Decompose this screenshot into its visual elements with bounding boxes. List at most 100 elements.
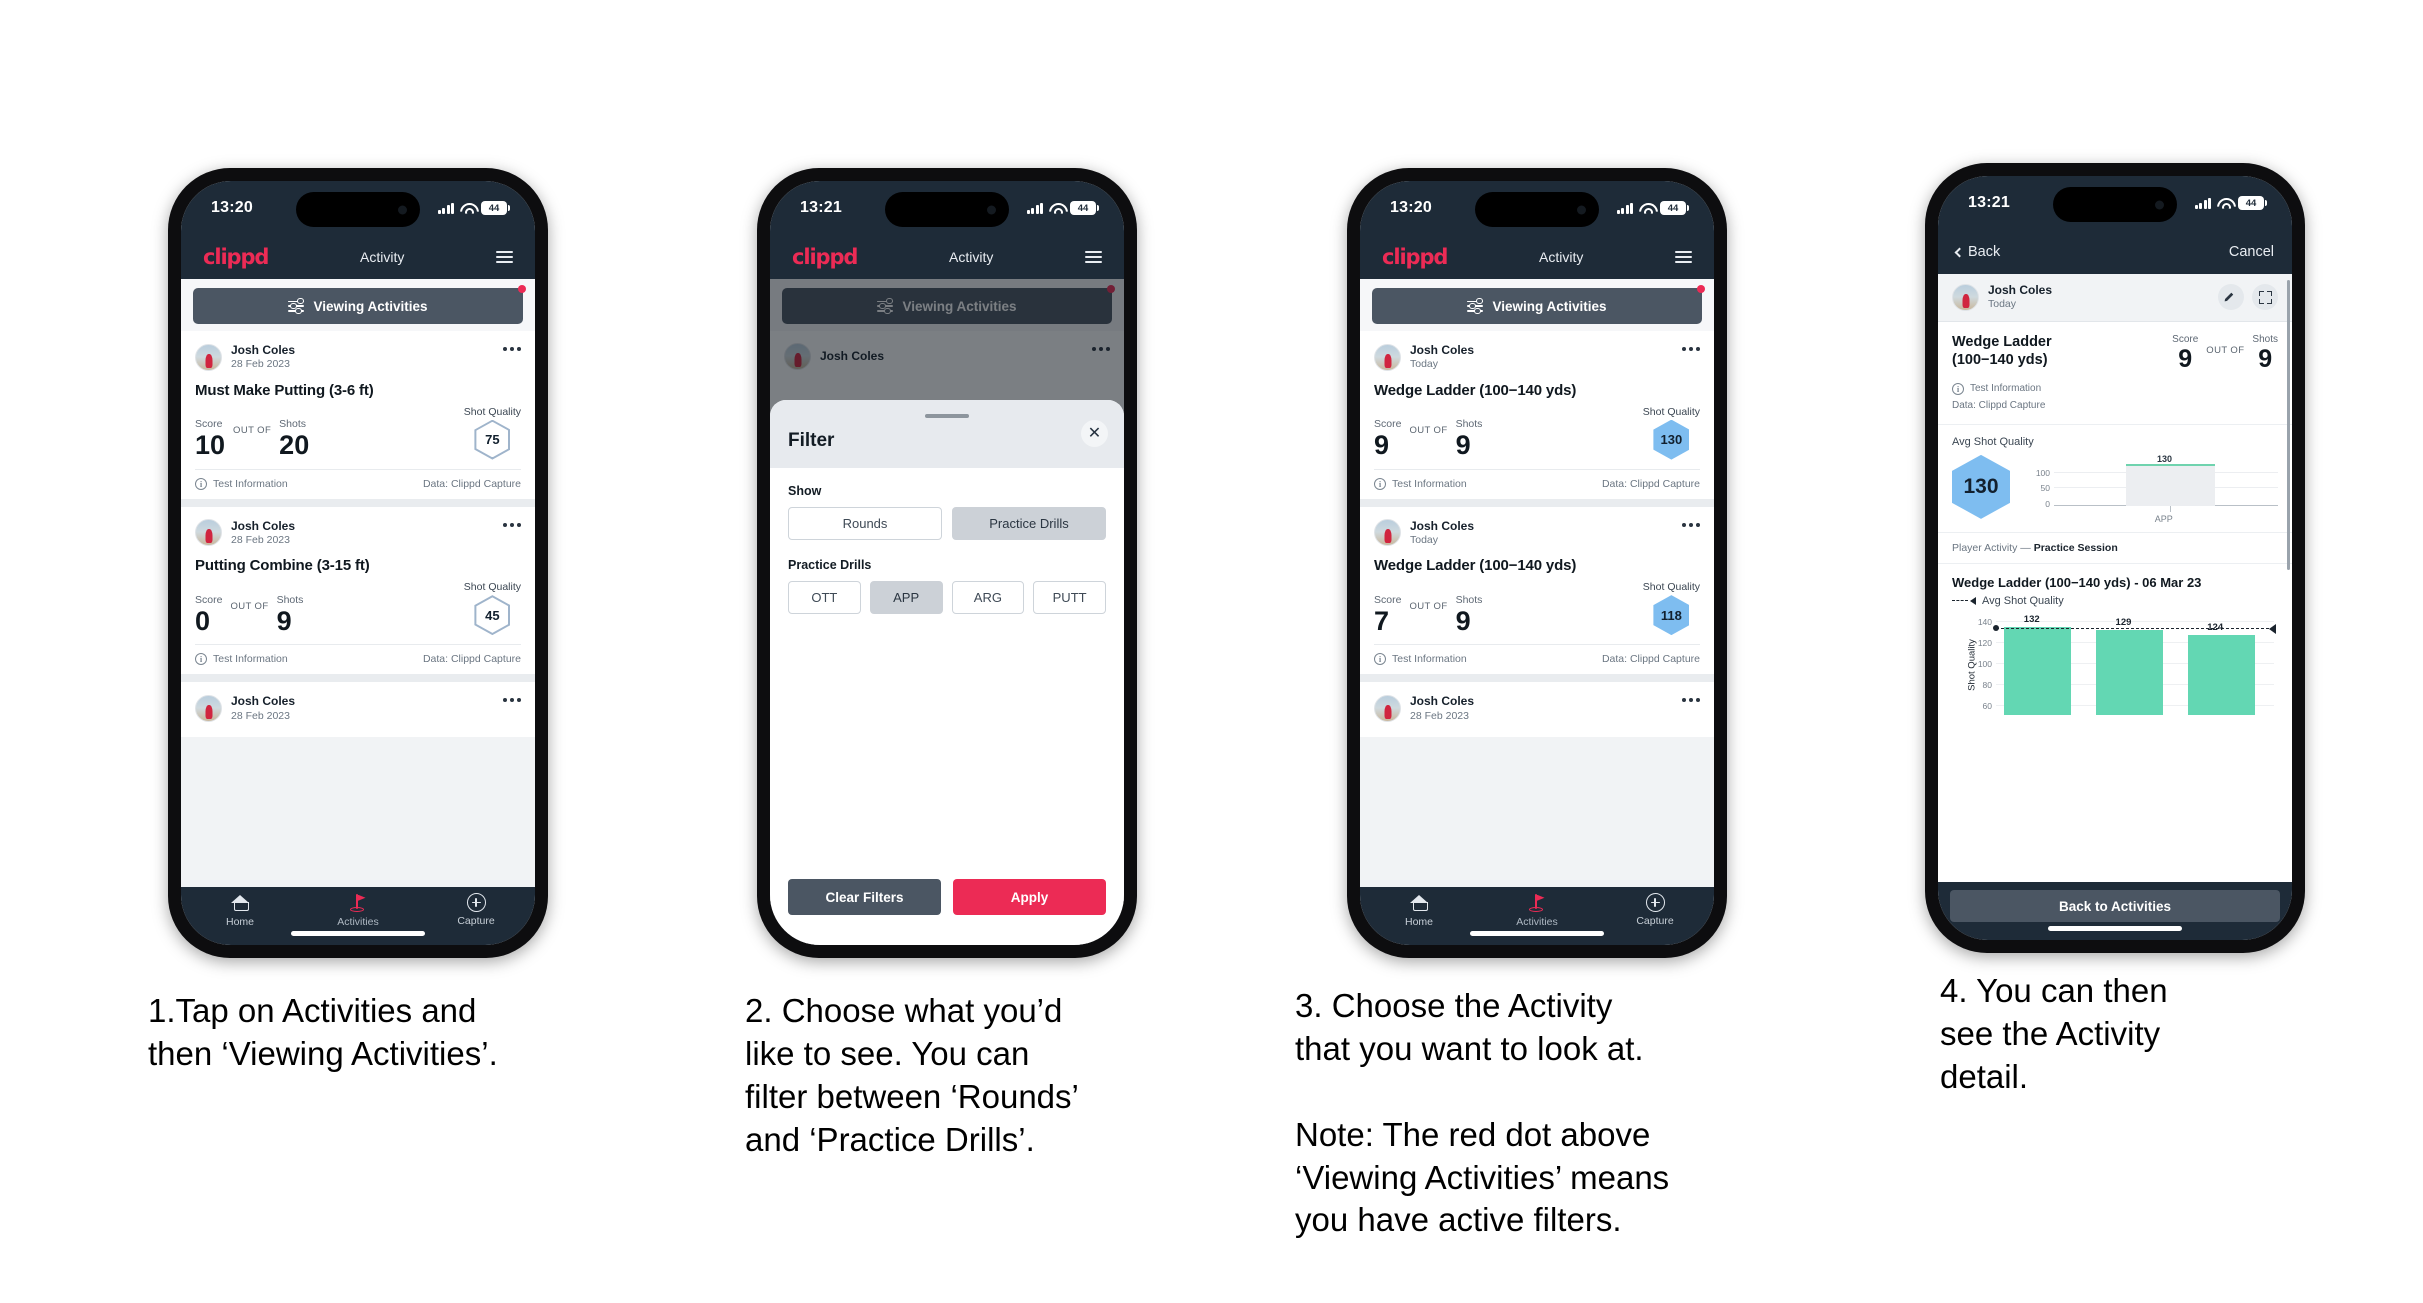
filter-option-putt[interactable]: PUTT (1033, 581, 1106, 614)
test-information-label: Test Information (1970, 382, 2042, 394)
plus-circle-icon (1645, 893, 1665, 912)
player-activity-row: Player Activity — Practice Session (1938, 531, 2292, 563)
tab-capture[interactable]: Capture (417, 893, 535, 927)
battery-icon: 44 (2238, 196, 2267, 210)
cellular-signal-icon (1616, 202, 1633, 214)
tab-capture[interactable]: Capture (1596, 893, 1714, 927)
test-information[interactable]: i Test Information (195, 653, 288, 666)
test-information[interactable]: i Test Information (1952, 381, 2278, 397)
cellular-signal-icon (1026, 202, 1043, 214)
scrollbar[interactable] (2287, 280, 2290, 570)
shots-label: Shots (1455, 418, 1483, 431)
activity-date: Today (1410, 358, 1439, 371)
hamburger-menu-icon[interactable] (1085, 250, 1102, 264)
filter-option-arg[interactable]: ARG (951, 581, 1025, 614)
card-overflow-menu-icon[interactable] (502, 519, 521, 527)
filter-option-app[interactable]: APP (869, 581, 943, 614)
viewing-activities-button[interactable]: Viewing Activities (1372, 288, 1702, 324)
expand-button[interactable] (2252, 284, 2278, 311)
cellular-signal-icon (437, 202, 454, 214)
front-camera-icon (2155, 200, 2164, 209)
data-source-label: Data: Clippd Capture (1601, 653, 1700, 666)
clippd-logo[interactable]: clippd (203, 245, 269, 269)
card-overflow-menu-icon[interactable] (502, 694, 521, 703)
user-name: Josh Coles (231, 518, 296, 533)
mini-ytick-100: 100 (2035, 467, 2050, 478)
ytick-120: 120 (1977, 637, 1992, 648)
battery-icon: 44 (1070, 201, 1099, 215)
shots-value: 20 (279, 430, 310, 461)
test-information[interactable]: i Test Information (1374, 653, 1467, 666)
filter-sheet-body: Show Rounds Practice Drills Practice Dri… (770, 468, 1124, 879)
phone-mockup-1: 13:20 44 clippd Activity Viewing Activit… (168, 168, 548, 958)
card-overflow-menu-icon[interactable] (1681, 343, 1700, 351)
status-time: 13:21 (800, 199, 842, 216)
filter-option-practice-drills[interactable]: Practice Drills (952, 507, 1106, 540)
card-footer: i Test Information Data: Clippd Capture (1374, 644, 1700, 674)
card-header: Josh Coles Today (1374, 343, 1700, 372)
activity-card[interactable]: Josh Coles Today Wedge Ladder (100−140 y… (1360, 506, 1714, 675)
card-metrics: Score 10 OUT OF Shots 20 Shot Quality 75 (195, 406, 521, 469)
filter-option-rounds[interactable]: Rounds (788, 507, 942, 540)
card-user: Josh Coles 28 Feb 2023 (1374, 694, 1474, 723)
bottom-tab-bar: Home Activities Capture (181, 887, 535, 945)
wifi-icon (1049, 203, 1064, 214)
tab-activities[interactable]: Activities (299, 893, 417, 933)
hamburger-menu-icon[interactable] (496, 250, 513, 264)
activity-date: 28 Feb 2023 (231, 358, 290, 371)
filter-option-ott[interactable]: OTT (788, 581, 861, 614)
score-metric: Score 10 (195, 418, 225, 459)
edit-button[interactable] (2218, 284, 2244, 311)
shots-value: 9 (2258, 344, 2273, 373)
back-button[interactable]: Back (1954, 244, 2000, 260)
card-overflow-menu-icon[interactable] (502, 343, 521, 351)
expand-icon (2258, 290, 2272, 304)
score-metric: Score 9 (1374, 418, 1401, 459)
test-information[interactable]: i Test Information (195, 477, 288, 490)
hamburger-menu-icon[interactable] (1675, 250, 1692, 264)
activity-card[interactable]: Josh Coles 28 Feb 2023 Putting Combine (… (181, 506, 535, 675)
caption-step-2: 2. Choose what you’d like to see. You ca… (745, 992, 1079, 1158)
back-to-activities-bar: Back to Activities (1938, 882, 2292, 940)
card-overflow-menu-icon[interactable] (1681, 694, 1700, 703)
card-overflow-menu-icon[interactable] (1681, 519, 1700, 527)
tab-home[interactable]: Home (1360, 893, 1478, 928)
sheet-grabber[interactable] (925, 414, 969, 418)
detail-actions (2218, 284, 2278, 311)
shot-quality-label: Shot Quality (1642, 581, 1700, 594)
activity-card[interactable]: Josh Coles Today Wedge Ladder (100−140 y… (1360, 331, 1714, 499)
shot-quality-label: Shot Quality (463, 581, 521, 594)
active-filters-dot (1697, 285, 1705, 293)
shot-quality-metric: Shot Quality 130 (1643, 406, 1700, 460)
viewing-activities-button[interactable]: Viewing Activities (193, 288, 523, 324)
bar-2-label: 129 (2115, 616, 2132, 628)
tab-home[interactable]: Home (181, 893, 299, 928)
avatar (195, 343, 222, 371)
chart-title: Wedge Ladder (100−140 yds) - 06 Mar 23 (1952, 574, 2202, 590)
clippd-logo[interactable]: clippd (792, 245, 858, 269)
dynamic-island (2053, 187, 2177, 222)
tab-activities[interactable]: Activities (1478, 893, 1596, 933)
cancel-button[interactable]: Cancel (2229, 244, 2274, 260)
apply-button[interactable]: Apply (953, 879, 1106, 915)
activity-card-partial[interactable]: Josh Coles 28 Feb 2023 (181, 682, 535, 737)
card-header: Josh Coles Today (1374, 519, 1700, 548)
back-to-activities-button[interactable]: Back to Activities (1950, 890, 2280, 922)
filter-sheet-title: Filter (788, 430, 835, 451)
activity-date: Today (1410, 533, 1439, 546)
shot-quality-value: 75 (476, 421, 509, 458)
phone-mockup-3: 13:20 44 clippd Activity Viewing Activit… (1347, 168, 1727, 958)
score-metric: Score 0 (195, 594, 222, 635)
test-information[interactable]: i Test Information (1374, 477, 1467, 490)
activity-title: Wedge Ladder (100−140 yds) (1374, 557, 1577, 575)
shots-metric: Shots 20 (279, 418, 309, 459)
close-icon[interactable]: ✕ (1081, 420, 1108, 447)
clippd-logo[interactable]: clippd (1382, 245, 1448, 269)
tab-home-label: Home (225, 916, 254, 928)
activity-card[interactable]: Josh Coles 28 Feb 2023 Must Make Putting… (181, 331, 535, 499)
tab-activities-label: Activities (1516, 916, 1558, 928)
activity-card-partial[interactable]: Josh Coles 28 Feb 2023 (1360, 682, 1714, 737)
clear-filters-button[interactable]: Clear Filters (788, 879, 941, 915)
shots-label: Shots (279, 418, 307, 431)
shot-quality-hexagon: 75 (474, 419, 511, 460)
